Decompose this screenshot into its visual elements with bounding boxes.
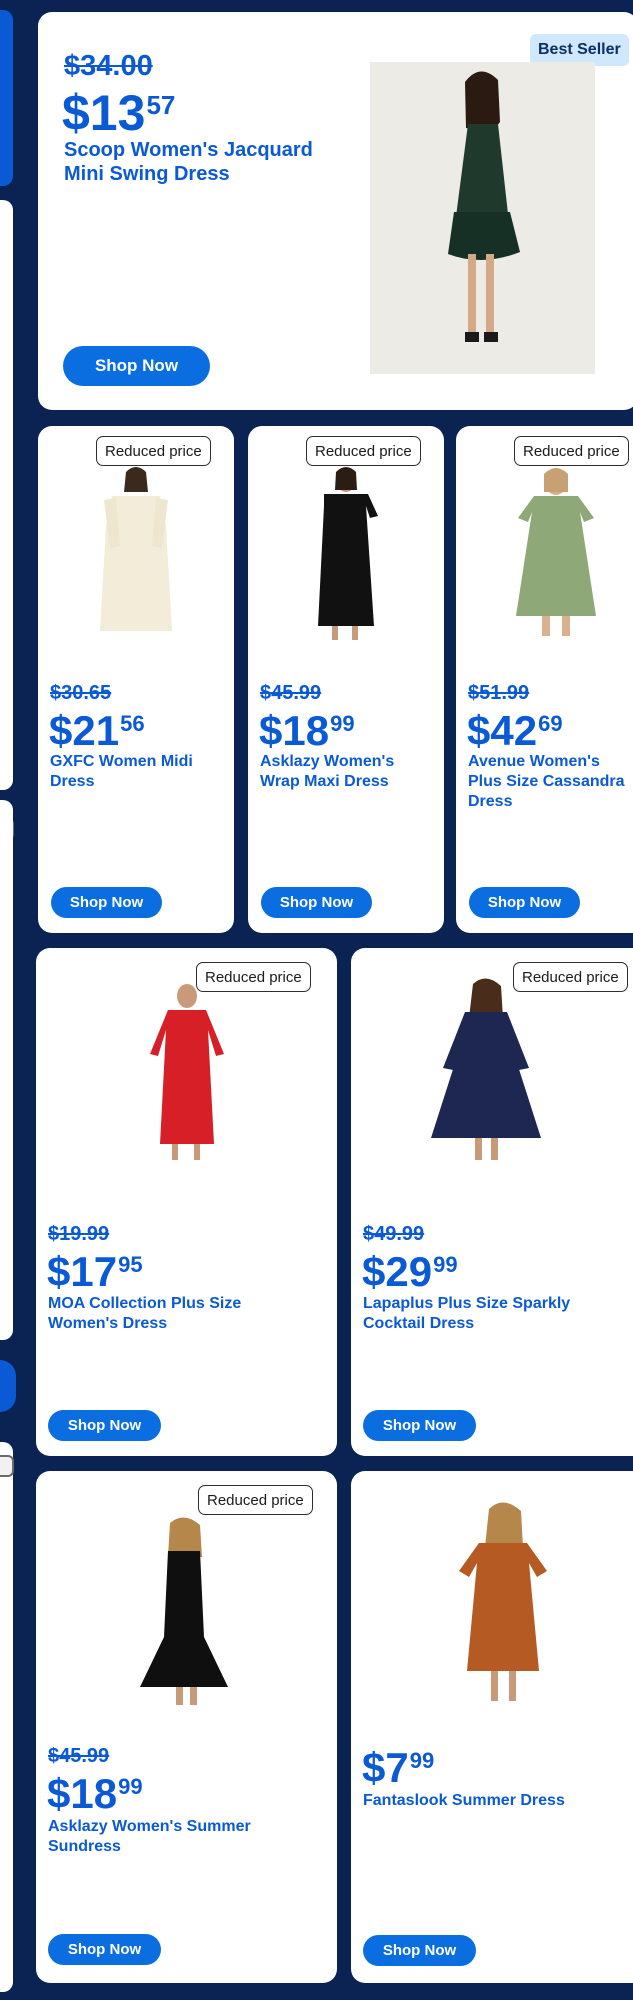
old-price: $30.65 bbox=[50, 682, 112, 704]
product-card[interactable]: Reduced price $30.65 $2156 GXFC Women Mi… bbox=[38, 426, 234, 933]
product-image[interactable] bbox=[76, 466, 196, 636]
product-card[interactable]: Reduced price $45.99 $1899 Asklazy Women… bbox=[248, 426, 444, 933]
shop-now-button[interactable]: Shop Now bbox=[51, 887, 162, 918]
product-title[interactable]: MOA Collection Plus Size Women's Dress bbox=[48, 1294, 241, 1334]
product-card[interactable]: Reduced price $19.99 $1795 MOA Collectio… bbox=[36, 948, 337, 1456]
price: $4269 bbox=[467, 707, 563, 754]
old-price: $45.99 bbox=[48, 1745, 110, 1767]
product-image[interactable] bbox=[290, 466, 400, 646]
reduced-price-badge: Reduced price bbox=[514, 436, 629, 466]
price: $799 bbox=[362, 1744, 435, 1791]
price: $1899 bbox=[259, 707, 355, 754]
product-card[interactable]: Reduced price $45.99 $1899 Asklazy Women… bbox=[36, 1471, 337, 1983]
price: $2999 bbox=[362, 1248, 458, 1295]
product-image[interactable] bbox=[443, 1501, 563, 1711]
shop-now-button[interactable]: Shop Now bbox=[261, 887, 372, 918]
shop-now-button[interactable]: Shop Now bbox=[363, 1410, 476, 1441]
product-image[interactable] bbox=[132, 984, 242, 1164]
hero-title: Scoop Women's Jacquard Mini Swing Dress bbox=[64, 139, 313, 185]
product-title[interactable]: GXFC Women Midi Dress bbox=[50, 752, 193, 792]
old-price: $51.99 bbox=[468, 682, 530, 704]
old-price: $45.99 bbox=[260, 682, 322, 704]
reduced-price-badge: Reduced price bbox=[306, 436, 421, 466]
product-title[interactable]: Avenue Women's Plus Size Cassandra Dress bbox=[468, 752, 625, 812]
left-edge-blue-panel bbox=[0, 10, 13, 186]
product-image[interactable] bbox=[496, 466, 616, 646]
hero-product-card[interactable]: $34.00 $1357 Scoop Women's Jacquard Mini… bbox=[38, 12, 633, 410]
product-image[interactable] bbox=[124, 1517, 244, 1707]
product-title[interactable]: Asklazy Women's Wrap Maxi Dress bbox=[260, 752, 394, 792]
hero-price: $1357 bbox=[62, 85, 176, 141]
left-edge-panel bbox=[0, 1442, 13, 1992]
product-card[interactable]: Reduced price $49.99 $2999 Lapaplus Plus… bbox=[351, 948, 633, 1456]
shop-now-button[interactable]: Shop Now bbox=[48, 1934, 161, 1965]
price: $1795 bbox=[47, 1248, 143, 1295]
old-price: $19.99 bbox=[48, 1223, 110, 1245]
left-edge-panel bbox=[0, 200, 13, 790]
left-edge-panel bbox=[0, 800, 13, 1340]
product-card[interactable]: Reduced price $51.99 $4269 Avenue Women'… bbox=[456, 426, 633, 933]
hero-product-image[interactable] bbox=[370, 62, 595, 374]
shop-now-button[interactable]: Shop Now bbox=[469, 887, 580, 918]
reduced-price-badge: Reduced price bbox=[198, 1485, 313, 1515]
shop-now-button[interactable]: Shop Now bbox=[363, 1935, 476, 1966]
price: $1899 bbox=[47, 1770, 143, 1817]
product-title[interactable]: Fantaslook Summer Dress bbox=[363, 1791, 565, 1811]
hero-old-price: $34.00 bbox=[64, 50, 153, 82]
product-title[interactable]: Lapaplus Plus Size Sparkly Cocktail Dress bbox=[363, 1294, 570, 1334]
reduced-price-badge: Reduced price bbox=[96, 436, 211, 466]
price: $2156 bbox=[49, 707, 145, 754]
left-edge-tab[interactable] bbox=[0, 1455, 14, 1477]
product-title[interactable]: Asklazy Women's Summer Sundress bbox=[48, 1817, 251, 1857]
left-edge-blue-tab[interactable] bbox=[0, 1360, 16, 1412]
shop-now-button[interactable]: Shop Now bbox=[48, 1410, 161, 1441]
hero-shop-now-button[interactable]: Shop Now bbox=[63, 346, 210, 386]
product-card[interactable]: $799 Fantaslook Summer Dress Shop Now bbox=[351, 1471, 633, 1983]
old-price: $49.99 bbox=[363, 1223, 425, 1245]
product-image[interactable] bbox=[421, 978, 551, 1168]
